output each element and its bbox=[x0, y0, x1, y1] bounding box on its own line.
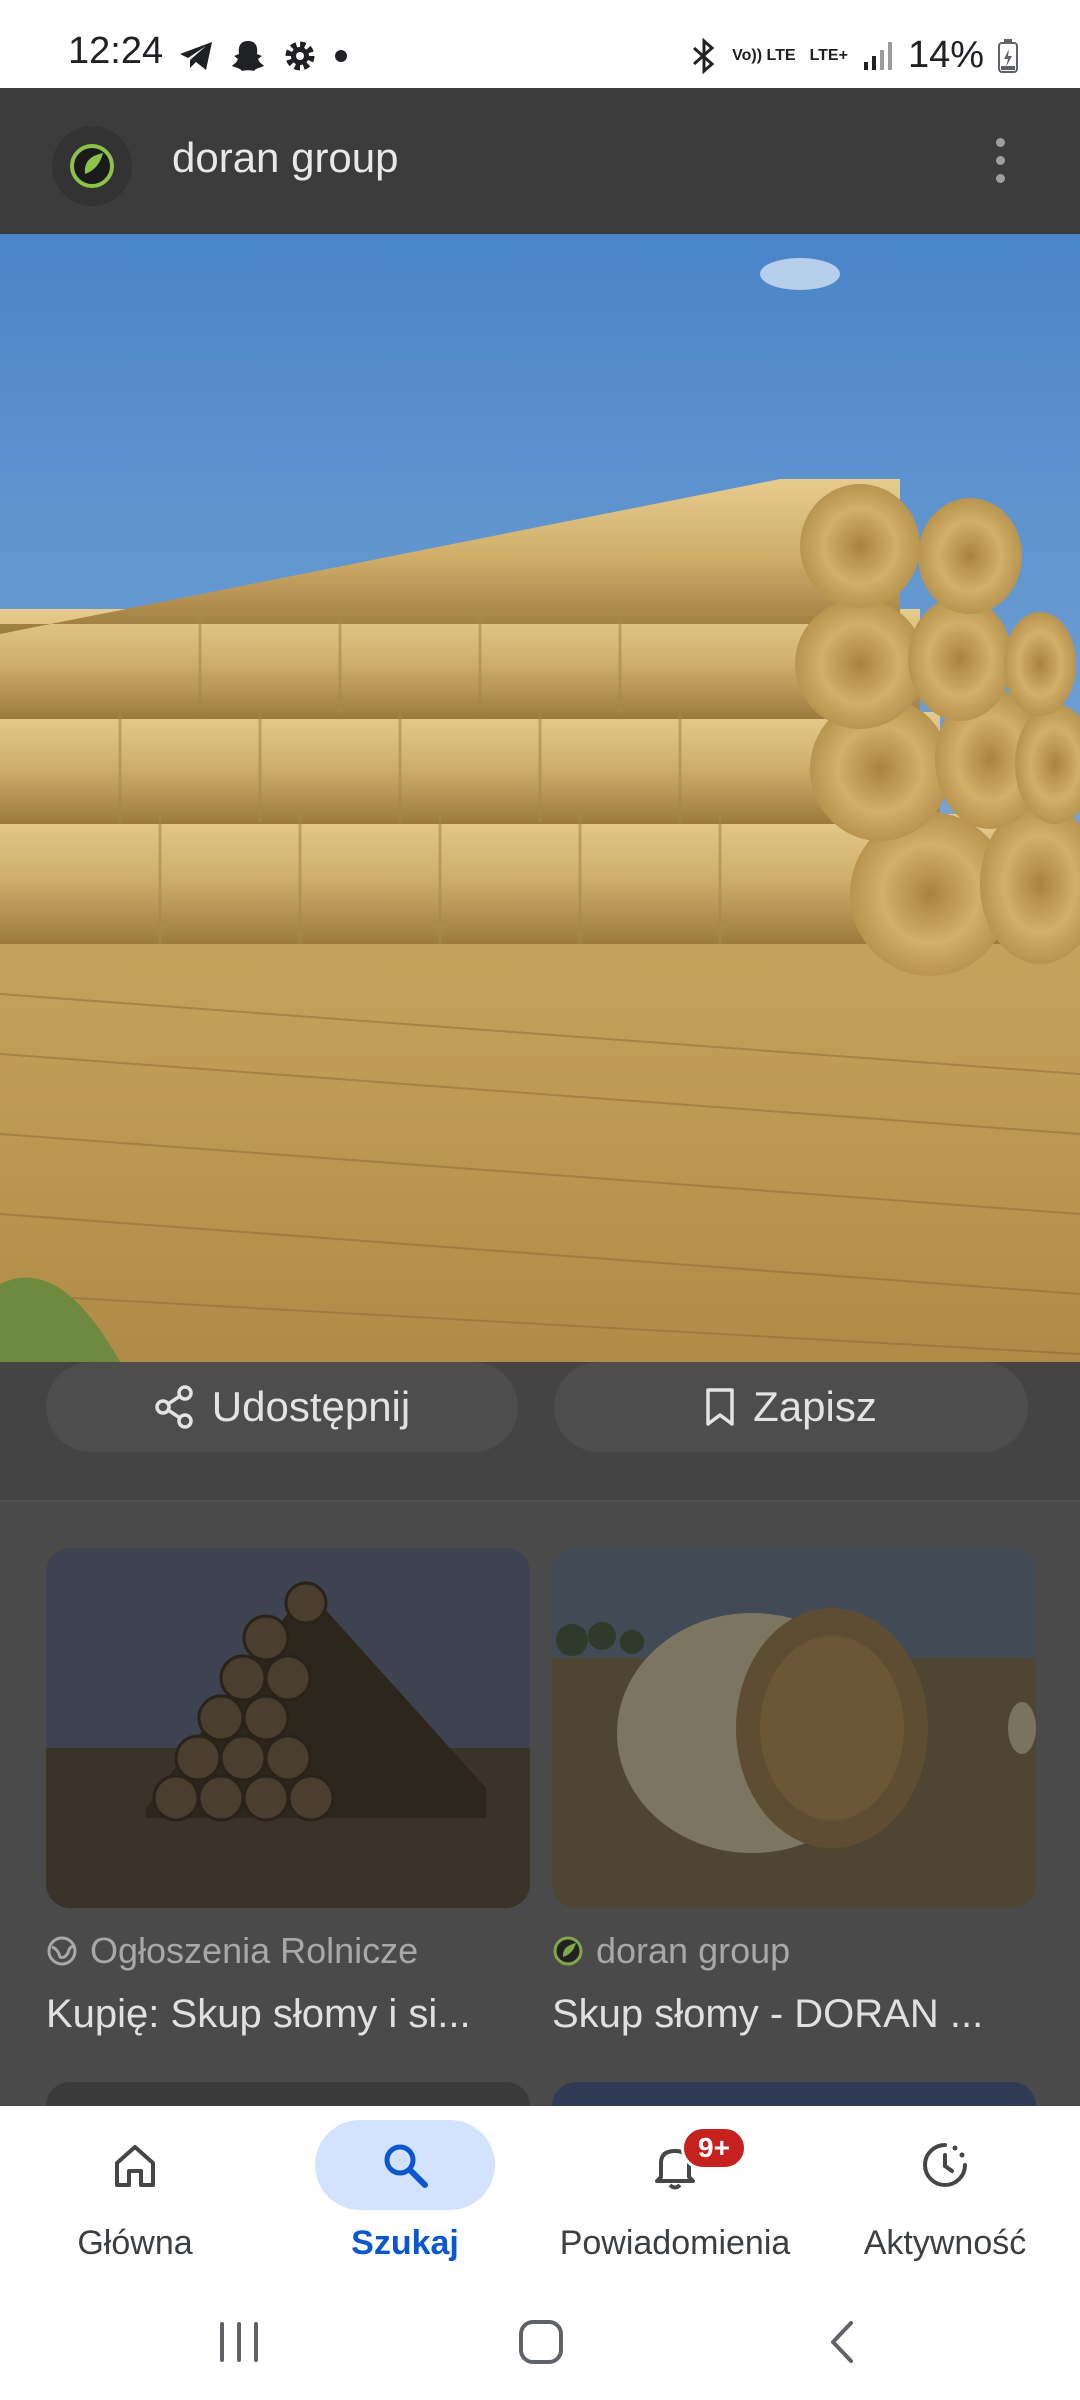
network-lte: LTE+ bbox=[809, 47, 848, 64]
network-volte: Vo)) LTE bbox=[732, 47, 796, 64]
nav-activity[interactable]: Aktywność bbox=[810, 2120, 1080, 2280]
doran-group-logo-icon[interactable] bbox=[52, 126, 132, 206]
nav-activity-label: Aktywność bbox=[863, 2224, 1027, 2262]
result-thumbnail[interactable] bbox=[46, 1548, 530, 1908]
search-icon bbox=[384, 2144, 428, 2188]
result-title[interactable]: Kupię: Skup słomy i si... bbox=[46, 1992, 530, 2037]
snapchat-icon bbox=[232, 41, 264, 71]
home-icon bbox=[115, 2145, 155, 2187]
back-icon[interactable] bbox=[798, 2310, 888, 2374]
bottom-navigation: Główna Szukaj 9+ Powiadomienia Aktywność bbox=[0, 2106, 1080, 2286]
nav-activity-pill bbox=[855, 2120, 1035, 2210]
status-notification-icons bbox=[178, 38, 348, 74]
nav-search-pill bbox=[315, 2120, 495, 2210]
battery-percent: 14% bbox=[907, 34, 984, 76]
site-title[interactable]: doran group bbox=[172, 134, 399, 182]
telegram-icon bbox=[180, 42, 212, 70]
settings-icon bbox=[285, 41, 315, 71]
main-image-hay-bales[interactable] bbox=[0, 234, 1080, 1362]
nav-home-pill bbox=[45, 2120, 225, 2210]
dot-icon bbox=[335, 50, 347, 62]
nav-home[interactable]: Główna bbox=[0, 2120, 270, 2280]
nav-notifications[interactable]: 9+ Powiadomienia bbox=[540, 2120, 810, 2280]
result-source: Ogłoszenia Rolnicze bbox=[46, 1930, 530, 1972]
result-source-name: Ogłoszenia Rolnicze bbox=[90, 1930, 419, 1971]
top-app-bar: doran group bbox=[0, 88, 1080, 234]
more-vert-icon[interactable] bbox=[964, 124, 1036, 196]
system-navigation-bar bbox=[0, 2286, 1080, 2400]
nav-search-label: Szukaj bbox=[351, 2224, 459, 2262]
save-button[interactable]: Zapisz bbox=[554, 1362, 1028, 1452]
home-button-icon[interactable] bbox=[496, 2310, 586, 2374]
signal-icon bbox=[863, 41, 892, 70]
globe-icon bbox=[47, 1936, 77, 1966]
battery-icon bbox=[998, 38, 1018, 73]
share-icon bbox=[155, 1385, 193, 1429]
result-thumbnail[interactable] bbox=[552, 1548, 1036, 1908]
notification-badge: 9+ bbox=[681, 2126, 747, 2170]
related-results: Ogłoszenia Rolnicze Kupię: Skup słomy i … bbox=[0, 1502, 1080, 2106]
share-button[interactable]: Udostępnij bbox=[46, 1362, 518, 1452]
result-source-name: doran group bbox=[596, 1930, 791, 1971]
nav-notifications-pill: 9+ bbox=[585, 2120, 765, 2210]
result-card[interactable]: doran group Skup słomy - DORAN ... bbox=[552, 1548, 1036, 2037]
nav-home-label: Główna bbox=[77, 2224, 193, 2262]
save-label: Zapisz bbox=[753, 1383, 877, 1430]
action-row: Udostępnij Zapisz bbox=[0, 1362, 1080, 1500]
activity-icon bbox=[923, 2143, 967, 2187]
doran-group-logo-icon bbox=[553, 1936, 583, 1966]
next-result-thumbnail[interactable] bbox=[552, 2082, 1036, 2106]
nav-search[interactable]: Szukaj bbox=[270, 2120, 540, 2280]
status-bar: 12:24 Vo)) LTE LTE+ 14% bbox=[0, 0, 1080, 88]
status-system-icons: Vo)) LTE LTE+ 14% bbox=[690, 34, 1018, 77]
bookmark-icon bbox=[706, 1388, 734, 1426]
result-title[interactable]: Skup słomy - DORAN ... bbox=[552, 1992, 1036, 2037]
result-source: doran group bbox=[552, 1930, 1036, 1972]
nav-notifications-label: Powiadomienia bbox=[559, 2224, 791, 2262]
bluetooth-icon bbox=[693, 37, 715, 74]
recent-apps-icon[interactable] bbox=[194, 2310, 284, 2374]
next-result-thumbnail[interactable] bbox=[46, 2082, 530, 2106]
result-card[interactable]: Ogłoszenia Rolnicze Kupię: Skup słomy i … bbox=[46, 1548, 530, 2037]
share-label: Udostępnij bbox=[211, 1383, 411, 1430]
status-time: 12:24 bbox=[68, 30, 164, 72]
